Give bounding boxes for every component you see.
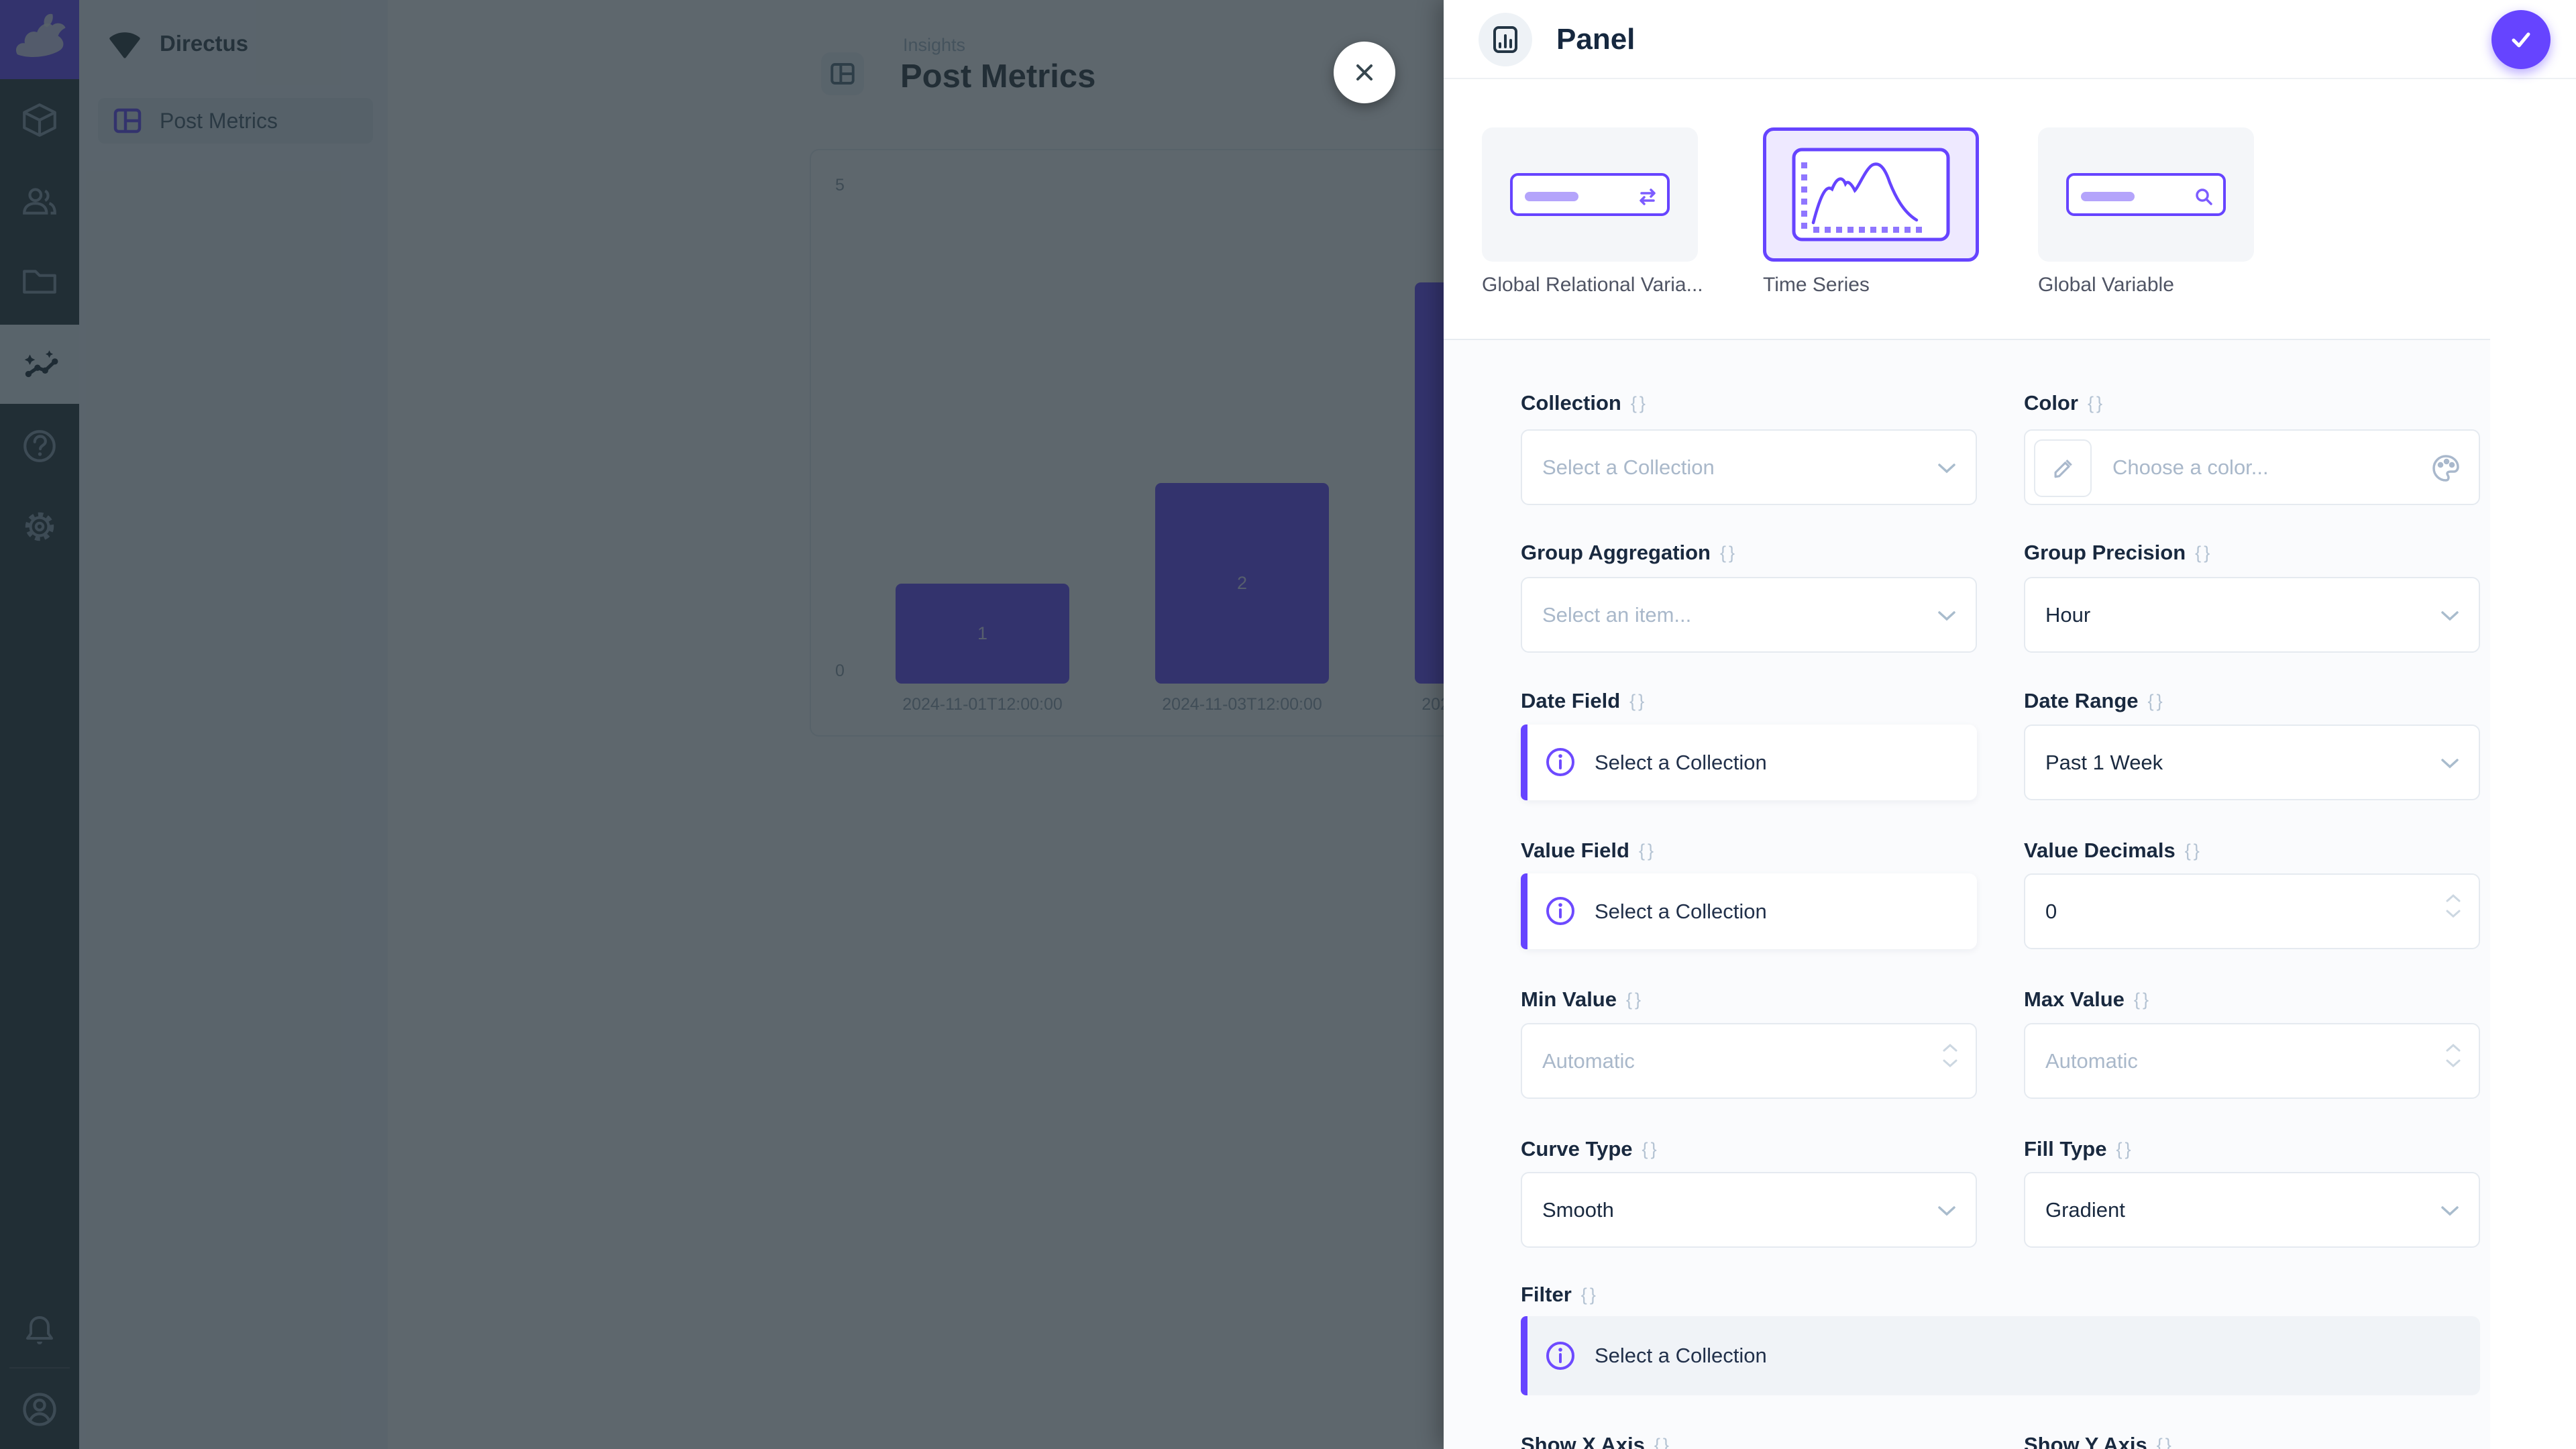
chevron-down-icon bbox=[2440, 610, 2460, 622]
filter-notice[interactable]: Select a Collection bbox=[1521, 1316, 2480, 1395]
panel-type-global-variable[interactable] bbox=[2038, 127, 2254, 262]
chevron-up-icon[interactable] bbox=[1942, 1043, 1958, 1053]
search-icon bbox=[2192, 185, 2215, 208]
info-icon bbox=[1545, 896, 1576, 926]
color-swatch-button[interactable] bbox=[2034, 439, 2092, 497]
chevron-up-icon[interactable] bbox=[2445, 1043, 2461, 1053]
raw-value-icon[interactable]: {} bbox=[2157, 1435, 2174, 1449]
notice-accent-bar bbox=[1521, 873, 1527, 949]
tile-placeholder-bar bbox=[2081, 192, 2135, 201]
value-decimals-input[interactable] bbox=[2024, 873, 2480, 949]
group-aggregation-field-label: Group Aggregation {} bbox=[1521, 541, 1737, 565]
date-field-notice[interactable]: Select a Collection bbox=[1521, 724, 1977, 800]
palette-icon[interactable] bbox=[2430, 453, 2461, 484]
value-field-notice[interactable]: Select a Collection bbox=[1521, 873, 1977, 949]
raw-value-icon[interactable]: {} bbox=[2148, 691, 2165, 712]
show-y-axis-field-label: Show Y Axis {} bbox=[2024, 1433, 2174, 1449]
chevron-down-icon bbox=[1937, 462, 1957, 474]
notice-accent-bar bbox=[1521, 1316, 1527, 1395]
date-range-select[interactable]: Past 1 Week bbox=[2024, 724, 2480, 800]
info-icon bbox=[1545, 1340, 1576, 1371]
min-value-input[interactable] bbox=[1521, 1023, 1977, 1099]
value-field-label: Value Field {} bbox=[1521, 839, 1656, 863]
number-stepper[interactable] bbox=[2445, 1043, 2461, 1068]
chevron-up-icon[interactable] bbox=[2445, 894, 2461, 903]
raw-value-icon[interactable]: {} bbox=[2088, 393, 2105, 414]
curve-type-select[interactable]: Smooth bbox=[1521, 1172, 1977, 1248]
color-input[interactable]: Choose a color... bbox=[2024, 429, 2480, 505]
time-series-chart-icon bbox=[1792, 148, 1950, 241]
panel-type-time-series[interactable] bbox=[1763, 127, 1979, 262]
close-icon bbox=[1351, 59, 1378, 86]
raw-value-icon[interactable]: {} bbox=[2116, 1139, 2133, 1160]
chevron-down-icon[interactable] bbox=[2445, 1059, 2461, 1068]
save-button[interactable] bbox=[2491, 10, 2551, 69]
min-value-field-label: Min Value {} bbox=[1521, 987, 1644, 1012]
directus-app: Directus Post Metrics Insights Post Metr… bbox=[0, 0, 2576, 1449]
filter-field-label: Filter {} bbox=[1521, 1283, 1599, 1307]
raw-value-icon[interactable]: {} bbox=[2195, 543, 2212, 564]
group-precision-field-label: Group Precision {} bbox=[2024, 541, 2212, 565]
max-value-input[interactable] bbox=[2024, 1023, 2480, 1099]
notice-accent-bar bbox=[1521, 724, 1527, 800]
fill-type-select[interactable]: Gradient bbox=[2024, 1172, 2480, 1248]
drawer-title-icon-circle bbox=[1479, 13, 1532, 66]
number-stepper[interactable] bbox=[2445, 894, 2461, 918]
raw-value-icon[interactable]: {} bbox=[1631, 393, 1648, 414]
collection-select[interactable]: Select a Collection bbox=[1521, 429, 1977, 505]
panel-drawer: Panel bbox=[1444, 0, 2576, 1449]
drawer-header: Panel bbox=[1444, 0, 2576, 79]
raw-value-icon[interactable]: {} bbox=[1720, 543, 1737, 564]
panel-type-label: Time Series bbox=[1763, 274, 1870, 297]
number-stepper[interactable] bbox=[1942, 1043, 1958, 1068]
raw-value-icon[interactable]: {} bbox=[1581, 1285, 1599, 1305]
chevron-down-icon bbox=[2440, 757, 2460, 769]
drawer-title: Panel bbox=[1556, 23, 1635, 56]
panel-type-label: Global Variable bbox=[2038, 274, 2174, 297]
raw-value-icon[interactable]: {} bbox=[1629, 691, 1647, 712]
raw-value-icon[interactable]: {} bbox=[1642, 1139, 1660, 1160]
drawer-overlay[interactable] bbox=[0, 0, 1444, 1449]
tile-placeholder-bar bbox=[1525, 192, 1578, 201]
swap-arrows-icon bbox=[1636, 185, 1659, 208]
min-value-text-input[interactable] bbox=[1522, 1024, 1976, 1097]
drawer-close-button[interactable] bbox=[1334, 42, 1395, 103]
raw-value-icon[interactable]: {} bbox=[1626, 989, 1644, 1010]
color-field-label: Color {} bbox=[2024, 391, 2105, 415]
panel-type-global-relational-variable[interactable] bbox=[1482, 127, 1698, 262]
value-decimals-text-input[interactable] bbox=[2025, 875, 2479, 948]
chevron-down-icon[interactable] bbox=[2445, 909, 2461, 918]
group-precision-select[interactable]: Hour bbox=[2024, 577, 2480, 653]
chevron-down-icon bbox=[2440, 1205, 2460, 1217]
raw-value-icon[interactable]: {} bbox=[2185, 841, 2202, 861]
date-field-label: Date Field {} bbox=[1521, 689, 1647, 713]
info-icon bbox=[1545, 747, 1576, 777]
value-decimals-field-label: Value Decimals {} bbox=[2024, 839, 2202, 863]
show-x-axis-field-label: Show X Axis {} bbox=[1521, 1433, 1672, 1449]
insert-chart-icon bbox=[1489, 23, 1521, 56]
max-value-text-input[interactable] bbox=[2025, 1024, 2479, 1097]
tile-illustration bbox=[2066, 173, 2226, 216]
curve-type-field-label: Curve Type {} bbox=[1521, 1137, 1660, 1161]
raw-value-icon[interactable]: {} bbox=[2134, 989, 2151, 1010]
group-aggregation-select[interactable]: Select an item... bbox=[1521, 577, 1977, 653]
chevron-down-icon bbox=[1937, 1205, 1957, 1217]
eyedropper-icon bbox=[2049, 455, 2076, 482]
chevron-down-icon bbox=[1937, 610, 1957, 622]
raw-value-icon[interactable]: {} bbox=[1654, 1435, 1672, 1449]
collection-field-label: Collection {} bbox=[1521, 391, 1648, 415]
check-icon bbox=[2506, 25, 2536, 54]
tile-illustration bbox=[1510, 173, 1670, 216]
chevron-down-icon[interactable] bbox=[1942, 1059, 1958, 1068]
fill-type-field-label: Fill Type {} bbox=[2024, 1137, 2134, 1161]
max-value-field-label: Max Value {} bbox=[2024, 987, 2151, 1012]
date-range-field-label: Date Range {} bbox=[2024, 689, 2165, 713]
raw-value-icon[interactable]: {} bbox=[1639, 841, 1656, 861]
panel-type-label: Global Relational Varia... bbox=[1482, 274, 1703, 297]
